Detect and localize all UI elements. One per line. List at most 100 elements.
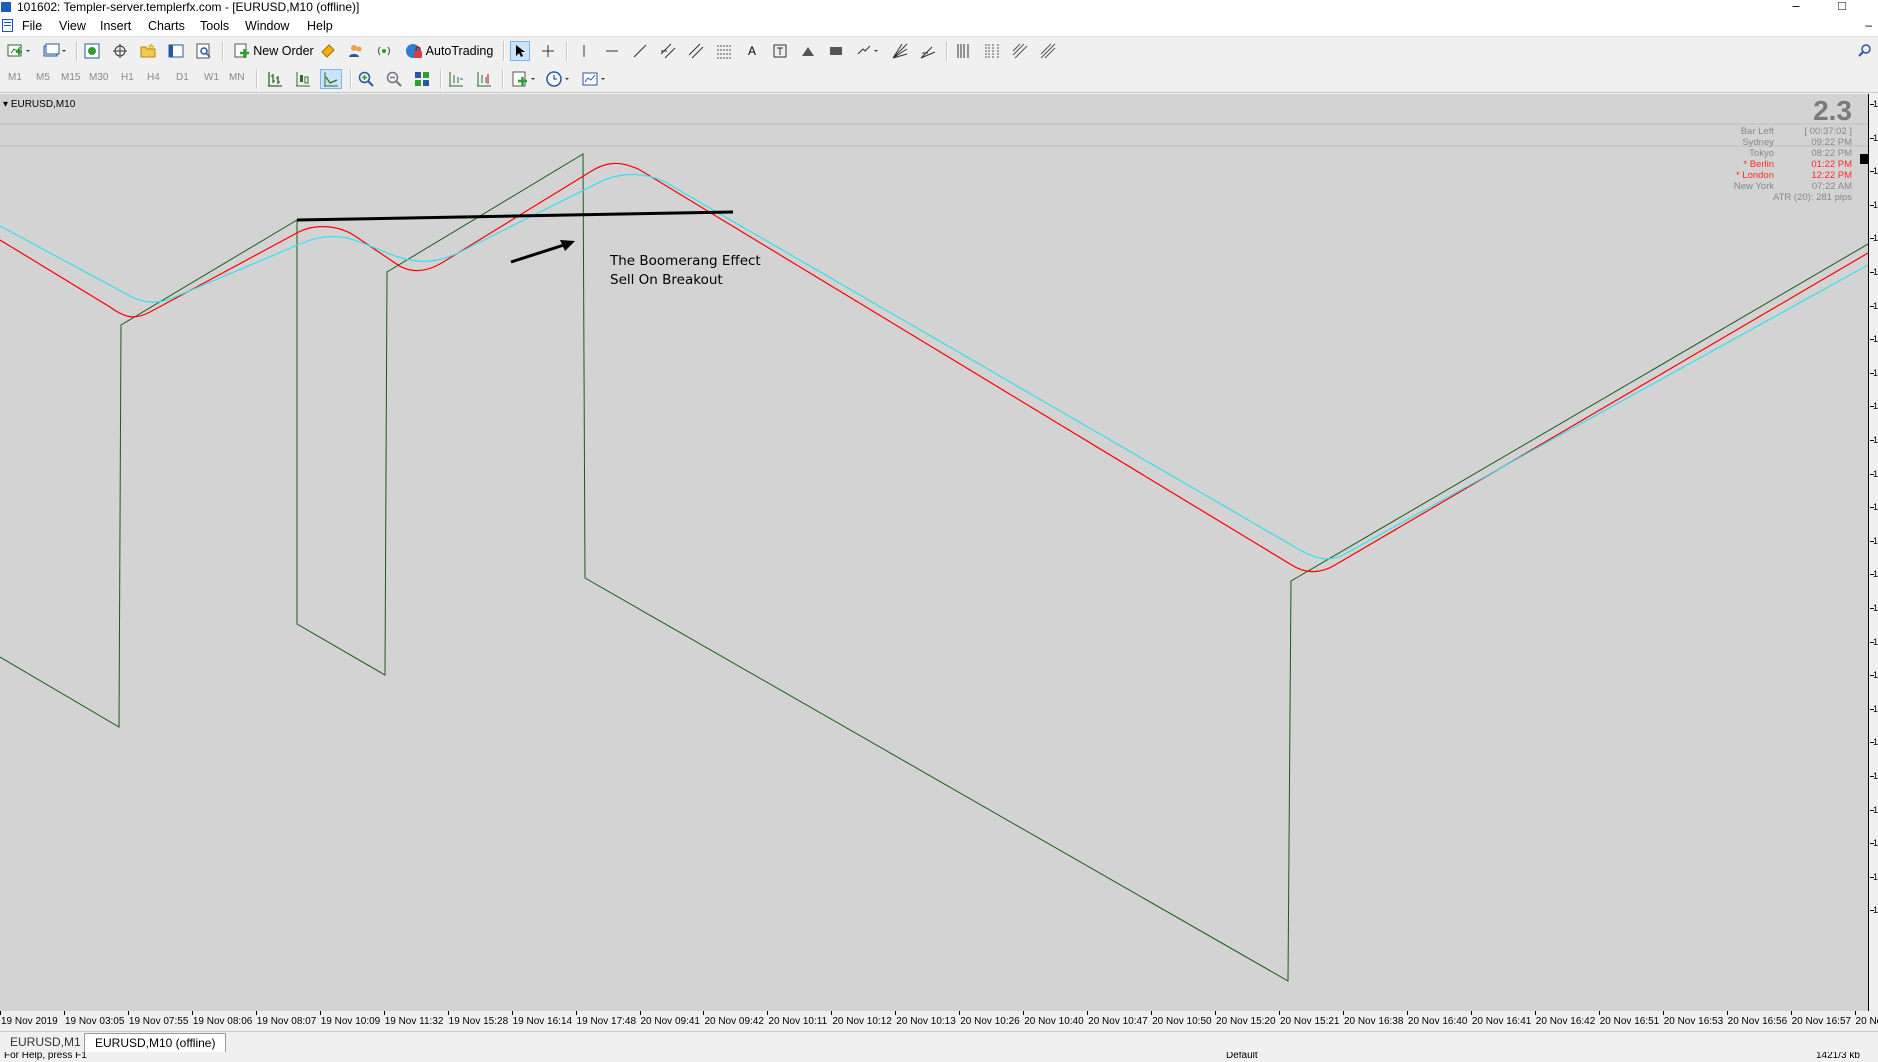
menu-insert[interactable]: Insert	[100, 19, 131, 33]
time-tick	[1087, 1011, 1089, 1015]
price-axis[interactable]: 1 1 1 1 1 1 1 1 1 1 1 1 1 1 1 1 1 1 1 1 1 1 1 1 1	[1870, 94, 1878, 1031]
triangle-button[interactable]	[798, 41, 818, 61]
indicators-button[interactable]	[510, 69, 540, 89]
candle-chart-button[interactable]	[292, 69, 314, 89]
pitchfork-button[interactable]	[918, 41, 938, 61]
time-tick-label: 19 Nov 2019	[1, 1016, 58, 1027]
profiles-button[interactable]	[40, 41, 70, 61]
menu-bar: File View Insert Charts Tools Window Hel…	[0, 16, 1878, 37]
session-label: * Berlin	[1743, 159, 1774, 170]
menu-charts[interactable]: Charts	[148, 19, 185, 33]
metaeditor-button[interactable]	[318, 41, 338, 61]
autotrading-button[interactable]: AutoTrading	[402, 41, 496, 61]
arrows-button[interactable]	[854, 41, 882, 61]
tile-windows-button[interactable]	[412, 69, 432, 89]
session-label: Tokyo	[1749, 148, 1774, 159]
session-row: Tokyo 08:22 PM	[1704, 148, 1852, 159]
trendline-button[interactable]	[630, 41, 650, 61]
tab-eurusd-m10-offline[interactable]: EURUSD,M10 (offline)	[84, 1033, 227, 1052]
timeframe-w1[interactable]: W1	[204, 72, 219, 83]
market-button[interactable]	[374, 41, 394, 61]
time-tick	[767, 1011, 769, 1015]
data-window-button[interactable]	[110, 41, 130, 61]
timeframe-d1[interactable]: D1	[176, 72, 189, 83]
price-tick-label: 1	[1873, 166, 1878, 177]
timeframe-mn[interactable]: MN	[229, 72, 245, 83]
text-label-button[interactable]	[770, 41, 790, 61]
regression-button[interactable]	[686, 41, 706, 61]
chart-shift-button[interactable]	[446, 69, 466, 89]
time-tick-label: 20 Nov 16:42	[1535, 1016, 1596, 1027]
chart-annotation: The Boomerang Effect Sell On Breakout	[610, 252, 761, 290]
session-label: * London	[1735, 170, 1774, 181]
menu-file[interactable]: File	[22, 19, 42, 33]
gann-fan-button[interactable]	[890, 41, 910, 61]
menu-help[interactable]: Help	[307, 19, 333, 33]
timeframe-m1[interactable]: M1	[8, 72, 22, 83]
menu-view[interactable]: View	[59, 19, 86, 33]
timeframe-m15[interactable]: M15	[61, 72, 80, 83]
text-tool-button[interactable]: A	[742, 41, 762, 61]
navigator-button[interactable]	[138, 41, 158, 61]
time-axis[interactable]: 19 Nov 2019 19 Nov 03:05 19 Nov 07:55 19 No…	[0, 1011, 1878, 1031]
chart-window[interactable]: ▾ EURUSD,M10 The Boomerang Effect Sell O…	[0, 94, 1878, 1031]
cursor-tool-button[interactable]	[510, 41, 530, 61]
equidistant-channel-button[interactable]	[658, 41, 678, 61]
menu-tools[interactable]: Tools	[200, 19, 229, 33]
terminal-button[interactable]	[166, 41, 186, 61]
line-chart-icon	[324, 72, 338, 87]
zoom-in-button[interactable]	[356, 69, 376, 89]
minimize-button[interactable]: –	[1780, 0, 1812, 16]
timeframe-m5[interactable]: M5	[36, 72, 50, 83]
document-icon[interactable]	[2, 19, 13, 32]
time-tick	[1598, 1011, 1600, 1015]
periodicity-button[interactable]	[544, 69, 574, 89]
fibonacci-button[interactable]	[714, 41, 734, 61]
search-button[interactable]	[1858, 43, 1872, 60]
timeframe-h1[interactable]: H1	[121, 72, 134, 83]
new-order-label: New Order	[253, 44, 314, 58]
cyan-moving-average	[0, 173, 1868, 560]
time-tick-label: 20 Nov 15:20	[1216, 1016, 1276, 1027]
breakout-trendline[interactable]	[296, 210, 734, 222]
profiles-icon	[43, 43, 66, 57]
time-tick-label: 20 Nov 10:11	[768, 1016, 828, 1027]
strategy-tester-button[interactable]	[194, 41, 214, 61]
fibo-channel-button[interactable]	[1010, 41, 1030, 61]
price-tick-label: 1	[1873, 502, 1878, 513]
autoscroll-button[interactable]	[474, 69, 494, 89]
chart-symbol-label: ▾ EURUSD,M10	[3, 99, 76, 110]
templates-button[interactable]	[580, 69, 610, 89]
andrews-button[interactable]	[1038, 41, 1058, 61]
rectangle-button[interactable]	[826, 41, 846, 61]
fibo-time-button[interactable]	[982, 41, 1002, 61]
menu-window[interactable]: Window	[245, 19, 289, 33]
maximize-button[interactable]: □	[1826, 0, 1858, 16]
new-chart-button[interactable]	[4, 41, 34, 61]
zoom-out-button[interactable]	[384, 69, 404, 89]
vertical-line-button[interactable]	[574, 41, 594, 61]
timeframe-m30[interactable]: M30	[89, 72, 108, 83]
periods-button[interactable]	[954, 41, 974, 61]
new-order-button[interactable]: New Order	[230, 41, 318, 61]
bar-chart-button[interactable]	[264, 69, 286, 89]
market-watch-button[interactable]	[82, 41, 102, 61]
time-tick-label: 20 Nov 16:41	[1471, 1016, 1532, 1027]
tab-eurusd-m1[interactable]: EURUSD,M1	[0, 1033, 91, 1051]
line-chart-button[interactable]	[320, 69, 342, 89]
crosshair-tool-button[interactable]	[538, 41, 558, 61]
standard-toolbar: New Order AutoTrading A	[0, 38, 1878, 64]
annotation-line-1: The Boomerang Effect	[610, 253, 761, 269]
status-traffic: 1421/3 kb	[1816, 1052, 1860, 1061]
time-tick	[831, 1011, 833, 1015]
window-title: 101602: Templer-server.templerfx.com - […	[17, 0, 360, 14]
gann-fan-icon	[892, 43, 908, 59]
price-tick-label: 1	[1873, 300, 1878, 311]
timeframe-h4[interactable]: H4	[147, 72, 160, 83]
signals-button[interactable]	[346, 41, 366, 61]
price-tick-label: 1	[1873, 804, 1878, 815]
chart-plot-area[interactable]: ▾ EURUSD,M10 The Boomerang Effect Sell O…	[0, 94, 1869, 1031]
mdi-minimize-button[interactable]: –	[1865, 18, 1872, 32]
horizontal-line-button[interactable]	[602, 41, 622, 61]
chart-canvas[interactable]	[0, 94, 1868, 1010]
